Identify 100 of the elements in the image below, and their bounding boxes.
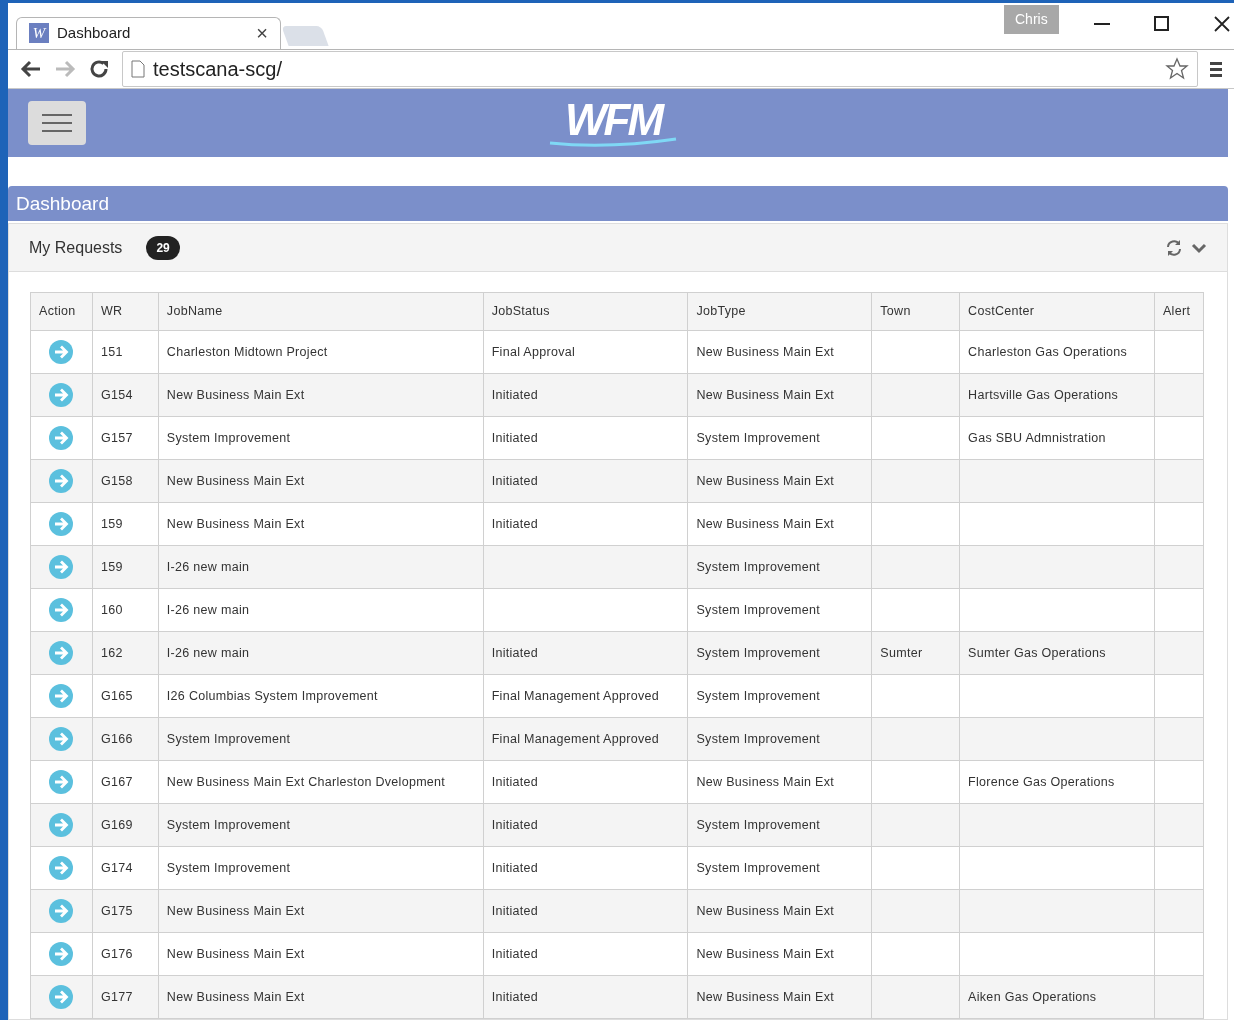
table-cell: 160: [100, 602, 123, 617]
back-arrow-icon[interactable]: [20, 59, 42, 78]
column-header[interactable]: JobType: [688, 292, 872, 331]
table-cell: 159: [100, 516, 123, 531]
table-cell: 151: [100, 344, 123, 359]
table-cell: Initiated: [491, 516, 539, 531]
star-icon[interactable]: [1165, 56, 1189, 81]
minimize-icon[interactable]: [1094, 23, 1110, 26]
arrow-right-circle-icon[interactable]: [49, 598, 74, 622]
table-cell: System Improvement: [696, 860, 820, 875]
table-cell: New Business Main Ext Charleston Dvelopment: [166, 774, 446, 789]
tab-title: Dashboard: [57, 23, 132, 44]
table-cell: I-26 new main: [166, 559, 250, 574]
table-cell: New Business Main Ext: [166, 903, 305, 918]
table-cell: New Business Main Ext: [166, 473, 305, 488]
table-cell: Initiated: [491, 387, 539, 402]
table-cell: New Business Main Ext: [166, 516, 305, 531]
arrow-right-circle-icon[interactable]: [49, 684, 74, 708]
table-cell: New Business Main Ext: [696, 387, 835, 402]
table-cell: System Improvement: [696, 602, 820, 617]
table-cell: G169: [100, 817, 133, 832]
arrow-right-circle-icon[interactable]: [49, 899, 74, 923]
table-cell: Charleston Gas Operations: [968, 344, 1128, 359]
table-cell: G167: [100, 774, 133, 789]
table-cell: Hartsville Gas Operations: [968, 387, 1119, 402]
table-cell: Charleston Midtown Project: [166, 344, 328, 359]
arrow-right-circle-icon[interactable]: [49, 942, 74, 966]
forward-arrow-icon[interactable]: [54, 59, 76, 78]
table-cell: System Improvement: [166, 430, 291, 445]
table-cell: I-26 new main: [166, 602, 250, 617]
arrow-right-circle-icon[interactable]: [49, 727, 74, 751]
arrow-right-circle-icon[interactable]: [49, 813, 74, 837]
arrow-right-circle-icon[interactable]: [49, 469, 74, 493]
table-cell: G174: [100, 860, 133, 875]
table-cell: New Business Main Ext: [696, 903, 835, 918]
arrow-right-circle-icon[interactable]: [49, 770, 74, 794]
column-header[interactable]: Town: [871, 292, 960, 331]
refresh-icon[interactable]: [1165, 238, 1183, 257]
arrow-right-circle-icon[interactable]: [49, 985, 74, 1009]
maximize-icon[interactable]: [1154, 16, 1169, 31]
table-cell: System Improvement: [696, 688, 820, 703]
table-cell: G158: [100, 473, 133, 488]
arrow-right-circle-icon[interactable]: [49, 555, 74, 579]
table-cell: 159: [100, 559, 123, 574]
table-cell: I26 Columbias System Improvement: [166, 688, 378, 703]
column-header[interactable]: JobStatus: [483, 292, 688, 331]
column-header[interactable]: Action: [30, 292, 93, 331]
hamburger-button[interactable]: [28, 101, 86, 145]
table-cell: New Business Main Ext: [696, 344, 835, 359]
table-cell: System Improvement: [166, 860, 291, 875]
table-cell: System Improvement: [166, 731, 291, 746]
table-cell: Final Approval: [491, 344, 576, 359]
browser-tab[interactable]: W Dashboard ×: [16, 16, 281, 49]
arrow-right-circle-icon[interactable]: [49, 512, 74, 536]
table-cell: New Business Main Ext: [696, 946, 835, 961]
column-header[interactable]: JobName: [158, 292, 484, 331]
reload-icon[interactable]: [88, 57, 110, 80]
table-cell: New Business Main Ext: [166, 387, 305, 402]
table-cell: 162: [100, 645, 123, 660]
table-cell: Initiated: [491, 946, 539, 961]
menu-icon: [42, 113, 72, 133]
table-cell: Final Management Approved: [491, 688, 659, 703]
table-cell: Initiated: [491, 903, 539, 918]
table-cell: Initiated: [491, 473, 539, 488]
address-bar[interactable]: testscana-scg/: [122, 50, 1198, 87]
favicon-icon: W: [29, 23, 49, 44]
close-icon[interactable]: [1214, 16, 1230, 32]
arrow-right-circle-icon[interactable]: [49, 426, 74, 450]
chevron-down-icon[interactable]: [1191, 241, 1207, 254]
new-tab-button[interactable]: [281, 25, 329, 46]
table-cell: System Improvement: [696, 645, 820, 660]
table-cell: System Improvement: [696, 731, 820, 746]
table-cell: New Business Main Ext: [696, 473, 835, 488]
table-cell: G165: [100, 688, 133, 703]
table-cell: Initiated: [491, 645, 539, 660]
table-cell: New Business Main Ext: [696, 516, 835, 531]
table-cell: System Improvement: [696, 430, 820, 445]
column-header[interactable]: Alert: [1154, 292, 1204, 331]
menu-icon[interactable]: [1210, 59, 1222, 78]
table-cell: New Business Main Ext: [696, 989, 835, 1004]
app-logo: WFM: [564, 97, 662, 143]
arrow-right-circle-icon[interactable]: [49, 383, 74, 407]
arrow-right-circle-icon[interactable]: [49, 340, 74, 364]
column-header[interactable]: WR: [92, 292, 159, 331]
table-cell: Initiated: [491, 774, 539, 789]
table-cell: New Business Main Ext: [166, 989, 305, 1004]
table-cell: G154: [100, 387, 133, 402]
table-cell: I-26 new main: [166, 645, 250, 660]
panel-title: My Requests: [29, 237, 123, 258]
table-cell: G177: [100, 989, 133, 1004]
table-cell: System Improvement: [696, 817, 820, 832]
column-header[interactable]: CostCenter: [959, 292, 1155, 331]
table-cell: System Improvement: [166, 817, 291, 832]
address-text: testscana-scg/: [153, 56, 283, 82]
arrow-right-circle-icon[interactable]: [49, 856, 74, 880]
table-cell: G166: [100, 731, 133, 746]
table-cell: System Improvement: [696, 559, 820, 574]
tab-close-button[interactable]: ×: [256, 18, 268, 49]
arrow-right-circle-icon[interactable]: [49, 641, 74, 665]
table-cell: Initiated: [491, 430, 539, 445]
